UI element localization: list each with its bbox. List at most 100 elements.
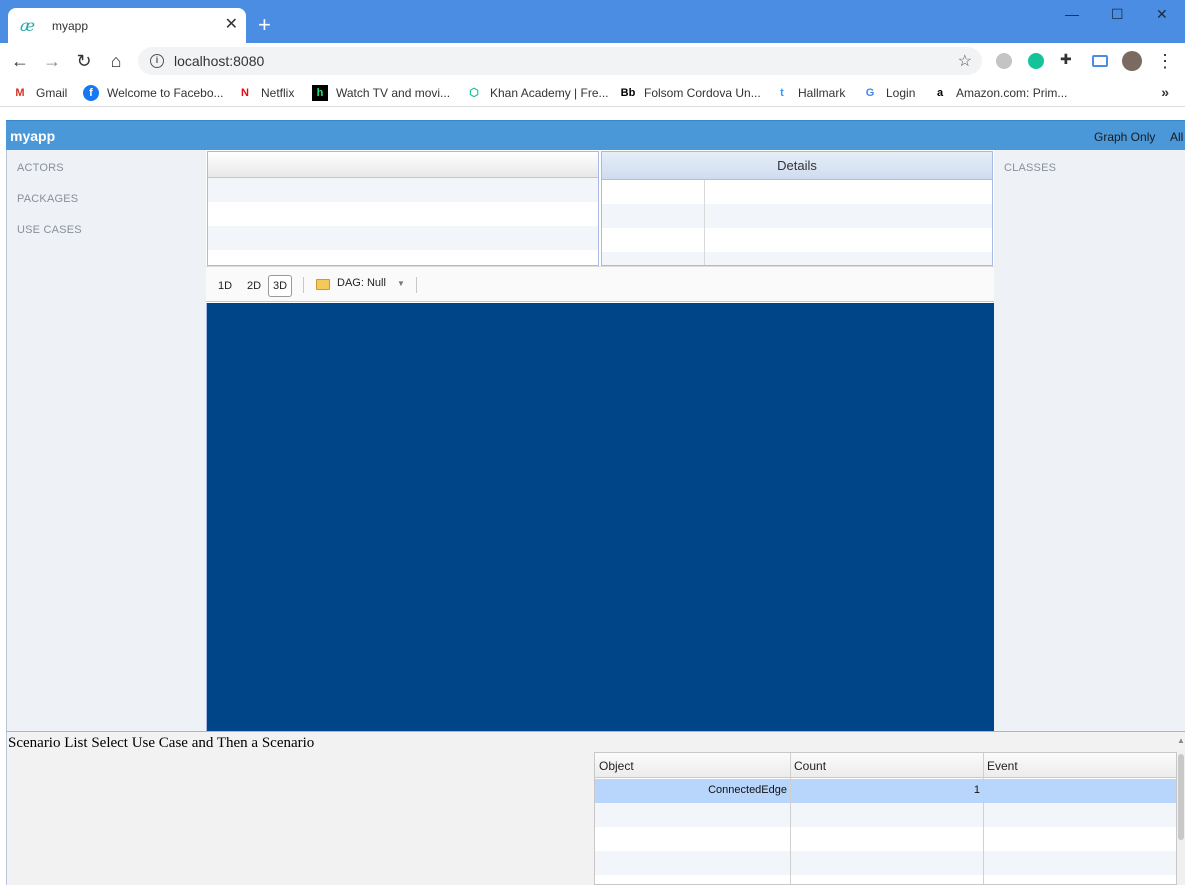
table-row[interactable] xyxy=(602,228,992,252)
view-1d-button[interactable]: 1D xyxy=(213,275,237,297)
blackboard-icon: Bb xyxy=(620,87,636,99)
stats-table-header: Object Count Event xyxy=(595,753,1176,778)
browser-toolbar: ← → ↻ ⌂ i localhost:8080 ☆ ✚ ⋮ xyxy=(0,43,1185,79)
bookmark-facebook[interactable]: f Welcome to Facebo... xyxy=(83,85,224,101)
bookmark-label: Folsom Cordova Un... xyxy=(644,86,761,100)
column-divider xyxy=(790,753,791,884)
browser-tab[interactable]: æ myapp ✕ xyxy=(8,8,246,43)
hulu-icon: h xyxy=(312,85,328,101)
event-stats-table: Object Count Event ConnectedEdge 1 xyxy=(594,752,1177,885)
browser-titlebar: æ myapp ✕ + — ☐ ✕ xyxy=(0,0,1185,43)
left-sidebar: ACTORS PACKAGES USE CASES xyxy=(6,150,206,731)
table-row[interactable] xyxy=(208,202,598,226)
more-bookmarks-icon[interactable]: » xyxy=(1161,84,1169,100)
cast-icon[interactable] xyxy=(1092,55,1108,67)
sidebar-item-classes[interactable]: CLASSES xyxy=(1004,162,1056,174)
hallmark-icon: t xyxy=(780,87,784,99)
bookmark-label: Gmail xyxy=(36,86,68,100)
folder-icon[interactable] xyxy=(316,279,330,290)
all-link[interactable]: All xyxy=(1170,130,1183,144)
table-row[interactable]: ConnectedEdge 1 xyxy=(595,779,1176,803)
close-window-icon[interactable]: ✕ xyxy=(1156,6,1168,23)
bookmark-label: Login xyxy=(886,86,916,100)
forward-icon[interactable]: → xyxy=(41,51,63,71)
extension-chat-icon[interactable] xyxy=(996,53,1012,69)
table-row[interactable] xyxy=(595,851,1176,875)
table-row[interactable] xyxy=(208,178,598,202)
table-row[interactable] xyxy=(208,226,598,250)
bookmark-label: Netflix xyxy=(261,86,295,100)
details-header: Details xyxy=(602,152,992,180)
cell-object: ConnectedEdge xyxy=(708,784,787,796)
details-grid: Details xyxy=(601,151,993,266)
view-toolbar: 1D 2D 3D DAG: Null ▼ xyxy=(206,266,994,302)
app-favicon-icon: æ xyxy=(20,16,36,35)
menu-icon[interactable]: ⋮ xyxy=(1154,51,1176,71)
column-divider xyxy=(704,180,705,265)
table-row[interactable] xyxy=(208,250,598,265)
bookmark-hallmark[interactable]: t Hallmark xyxy=(774,85,845,101)
gmail-icon: M xyxy=(15,87,25,99)
sidebar-item-use-cases[interactable]: USE CASES xyxy=(17,224,82,236)
graph-only-link[interactable]: Graph Only xyxy=(1094,130,1155,144)
list-grid-header xyxy=(208,152,598,178)
home-icon[interactable]: ⌂ xyxy=(105,51,127,71)
column-header-count[interactable]: Count xyxy=(794,759,826,773)
view-2d-button[interactable]: 2D xyxy=(242,275,266,297)
cell-count: 1 xyxy=(973,784,980,796)
table-row[interactable] xyxy=(602,204,992,228)
scroll-up-icon[interactable]: ▲ xyxy=(1177,736,1185,745)
bookmark-label: Amazon.com: Prim... xyxy=(956,86,1068,100)
table-row[interactable] xyxy=(595,803,1176,827)
close-tab-icon[interactable]: ✕ xyxy=(225,16,238,34)
bookmark-khan-academy[interactable]: ⬡ Khan Academy | Fre... xyxy=(466,85,609,101)
address-bar[interactable]: i localhost:8080 ☆ xyxy=(138,47,982,75)
bookmark-folsom-cordova[interactable]: Bb Folsom Cordova Un... xyxy=(620,85,761,101)
back-icon[interactable]: ← xyxy=(9,51,31,71)
bookmark-netflix[interactable]: N Netflix xyxy=(237,85,294,101)
bookmark-amazon[interactable]: a Amazon.com: Prim... xyxy=(932,85,1067,101)
plus-icon[interactable]: + xyxy=(258,14,271,36)
column-divider xyxy=(983,753,984,884)
dag-select[interactable]: DAG: Null xyxy=(337,277,386,289)
app-title: myapp xyxy=(10,128,56,144)
column-header-object[interactable]: Object xyxy=(599,759,634,773)
graph-canvas[interactable] xyxy=(206,303,994,731)
table-row[interactable] xyxy=(602,252,992,265)
amazon-icon: a xyxy=(936,87,944,99)
view-3d-button[interactable]: 3D xyxy=(268,275,293,297)
extensions-puzzle-icon[interactable]: ✚ xyxy=(1060,51,1076,67)
sidebar-item-actors[interactable]: ACTORS xyxy=(17,162,64,174)
list-grid xyxy=(207,151,599,266)
khan-academy-icon: ⬡ xyxy=(469,87,479,99)
maximize-icon[interactable]: ☐ xyxy=(1111,6,1124,23)
site-info-icon[interactable]: i xyxy=(150,54,164,68)
table-row[interactable] xyxy=(595,827,1176,851)
profile-avatar[interactable] xyxy=(1122,51,1142,71)
scrollbar-thumb[interactable] xyxy=(1178,754,1184,840)
bookmark-login[interactable]: G Login xyxy=(862,85,916,101)
app-header: myapp Graph Only All xyxy=(6,120,1185,150)
minimize-icon[interactable]: — xyxy=(1065,6,1079,22)
bookmark-label: Hallmark xyxy=(798,86,846,100)
reload-icon[interactable]: ↻ xyxy=(73,51,95,71)
scenario-list-label: Scenario List Select Use Case and Then a… xyxy=(8,735,315,751)
table-row[interactable] xyxy=(602,180,992,204)
toolbar-separator xyxy=(303,277,304,293)
bookmark-hulu[interactable]: h Watch TV and movi... xyxy=(312,85,450,101)
url-text: localhost:8080 xyxy=(174,53,265,69)
column-header-event[interactable]: Event xyxy=(987,759,1018,773)
bookmark-label: Khan Academy | Fre... xyxy=(490,86,609,100)
chevron-down-icon[interactable]: ▼ xyxy=(397,279,405,288)
sidebar-item-packages[interactable]: PACKAGES xyxy=(17,193,78,205)
bookmark-star-icon[interactable]: ☆ xyxy=(958,51,972,71)
vertical-scrollbar[interactable] xyxy=(1177,750,1185,885)
bookmark-label: Watch TV and movi... xyxy=(336,86,451,100)
bookmark-gmail[interactable]: M Gmail xyxy=(12,85,67,101)
facebook-icon: f xyxy=(83,85,99,101)
right-sidebar: CLASSES xyxy=(994,150,1185,731)
bookmarks-bar: M Gmail f Welcome to Facebo... N Netflix… xyxy=(0,79,1185,107)
netflix-icon: N xyxy=(241,87,249,99)
bookmark-label: Welcome to Facebo... xyxy=(107,86,224,100)
grammarly-icon[interactable] xyxy=(1028,53,1044,69)
